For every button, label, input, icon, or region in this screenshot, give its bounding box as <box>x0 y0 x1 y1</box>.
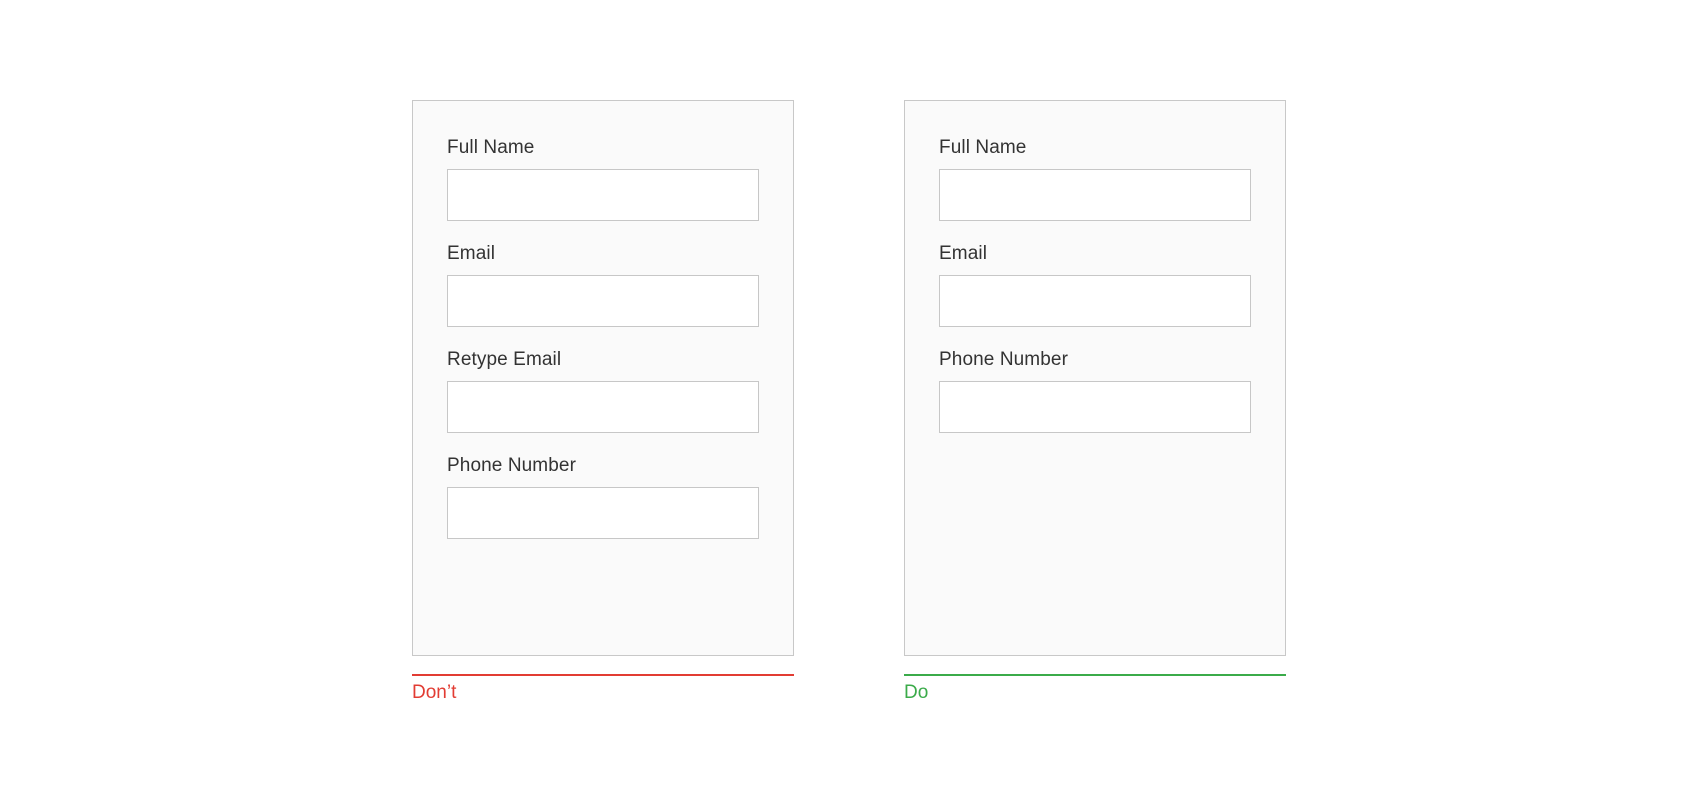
caption-rule-dont <box>412 674 794 676</box>
form-field: Retype Email <box>447 349 759 433</box>
example-dont: Full Name Email Retype Email Phone Numbe… <box>412 100 794 704</box>
form-field: Phone Number <box>447 455 759 539</box>
full-name-label: Full Name <box>447 137 759 159</box>
form-field: Phone Number <box>939 349 1251 433</box>
example-do: Full Name Email Phone Number Do <box>904 100 1286 704</box>
email-label: Email <box>939 243 1251 265</box>
form-panel-do: Full Name Email Phone Number <box>904 100 1286 656</box>
email-label: Email <box>447 243 759 265</box>
phone-number-label: Phone Number <box>939 349 1251 371</box>
phone-number-input[interactable] <box>939 381 1251 433</box>
retype-email-input[interactable] <box>447 381 759 433</box>
form-field: Email <box>447 243 759 327</box>
full-name-label: Full Name <box>939 137 1251 159</box>
form-field: Full Name <box>939 137 1251 221</box>
retype-email-label: Retype Email <box>447 349 759 371</box>
caption-dont: Don’t <box>412 682 794 704</box>
phone-number-input[interactable] <box>447 487 759 539</box>
phone-number-label: Phone Number <box>447 455 759 477</box>
full-name-input[interactable] <box>939 169 1251 221</box>
caption-rule-do <box>904 674 1286 676</box>
full-name-input[interactable] <box>447 169 759 221</box>
form-field: Email <box>939 243 1251 327</box>
form-panel-dont: Full Name Email Retype Email Phone Numbe… <box>412 100 794 656</box>
email-input[interactable] <box>447 275 759 327</box>
caption-do: Do <box>904 682 1286 704</box>
form-field: Full Name <box>447 137 759 221</box>
email-input[interactable] <box>939 275 1251 327</box>
